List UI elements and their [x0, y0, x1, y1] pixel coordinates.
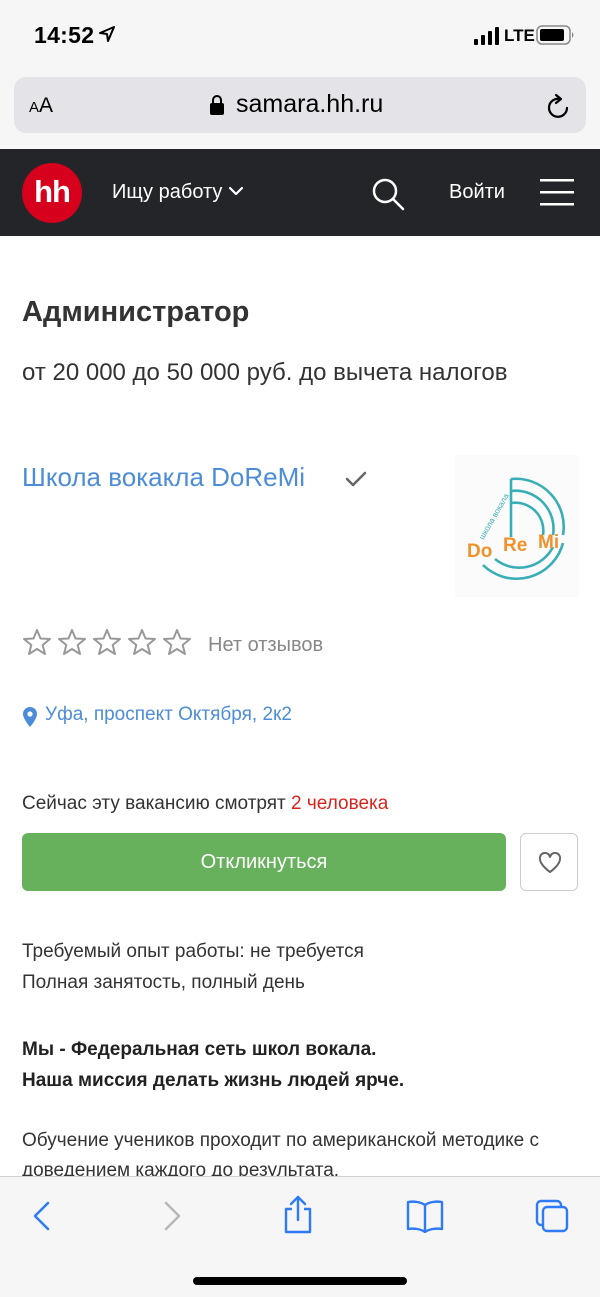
hamburger-menu-icon[interactable]: [540, 177, 574, 207]
watching-text: Сейчас эту вакансию смотрят: [22, 793, 286, 814]
tabs-icon[interactable]: [535, 1199, 569, 1233]
experience-info: Требуемый опыт работы: не требуется: [22, 941, 364, 962]
battery-icon: [536, 25, 574, 45]
description-bold-line: Мы - Федеральная сеть школ вокала.: [22, 1039, 377, 1060]
watching-count: 2 человека: [291, 793, 389, 814]
star-icon: [128, 629, 156, 655]
hh-logo[interactable]: hh: [22, 163, 82, 223]
rating-stars: [22, 628, 192, 656]
svg-text:Mi: Mi: [538, 532, 559, 553]
browser-address-area: AA samara.hh.ru: [0, 72, 600, 149]
login-link[interactable]: Войти: [449, 181, 505, 204]
location-arrow-icon: [99, 26, 115, 42]
verified-check-icon: [345, 471, 367, 487]
svg-text:Re: Re: [503, 535, 527, 556]
status-bar: 14:52 LTE: [0, 0, 600, 72]
description-text: Обучение учеников проходит по американск…: [22, 1130, 540, 1151]
job-search-menu[interactable]: Ищу работу: [112, 181, 222, 204]
watching-now: Сейчас эту вакансию смотрят 2 человека: [22, 793, 388, 815]
doremi-logo-graphic: школа вокала Do Re Mi: [467, 477, 565, 580]
company-link[interactable]: Школа вокакла DoReMi: [22, 462, 305, 493]
star-icon: [23, 629, 51, 655]
share-icon[interactable]: [283, 1195, 313, 1235]
star-icon: [58, 629, 86, 655]
lock-icon: [210, 95, 224, 115]
heart-icon: [538, 852, 562, 873]
home-indicator[interactable]: [193, 1277, 407, 1285]
apply-button[interactable]: Откликнуться: [22, 833, 506, 891]
status-time: 14:52: [34, 22, 95, 48]
bookmarks-icon[interactable]: [406, 1199, 444, 1233]
description-bold-line: Наша миссия делать жизнь людей ярче.: [22, 1070, 405, 1091]
network-label: LTE: [504, 26, 535, 45]
star-icon: [93, 629, 121, 655]
domain-text: samara.hh.ru: [236, 90, 384, 118]
address-link[interactable]: Уфа, проспект Октября, 2к2: [45, 704, 292, 726]
vacancy-title: Администратор: [22, 296, 250, 328]
text-size-button[interactable]: AA: [29, 94, 53, 118]
site-header: hh Ищу работу Войти: [0, 149, 600, 236]
employment-info: Полная занятость, полный день: [22, 972, 305, 993]
forward-icon[interactable]: [160, 1199, 184, 1233]
reviews-link[interactable]: Нет отзывов: [208, 634, 323, 657]
star-icon: [163, 629, 191, 655]
reload-icon[interactable]: [546, 92, 572, 120]
favorite-button[interactable]: [520, 833, 578, 891]
chevron-down-icon[interactable]: [228, 185, 244, 197]
svg-text:школа вокала: школа вокала: [477, 492, 511, 542]
back-icon[interactable]: [30, 1199, 54, 1233]
company-logo[interactable]: школа вокала Do Re Mi: [455, 455, 579, 597]
vacancy-salary: от 20 000 до 50 000 руб. до вычета налог…: [22, 359, 508, 386]
search-icon[interactable]: [370, 176, 406, 212]
signal-icon: [474, 27, 499, 45]
address-bar[interactable]: AA samara.hh.ru: [14, 77, 586, 133]
map-pin-icon: [23, 707, 37, 727]
svg-text:Do: Do: [467, 541, 492, 562]
